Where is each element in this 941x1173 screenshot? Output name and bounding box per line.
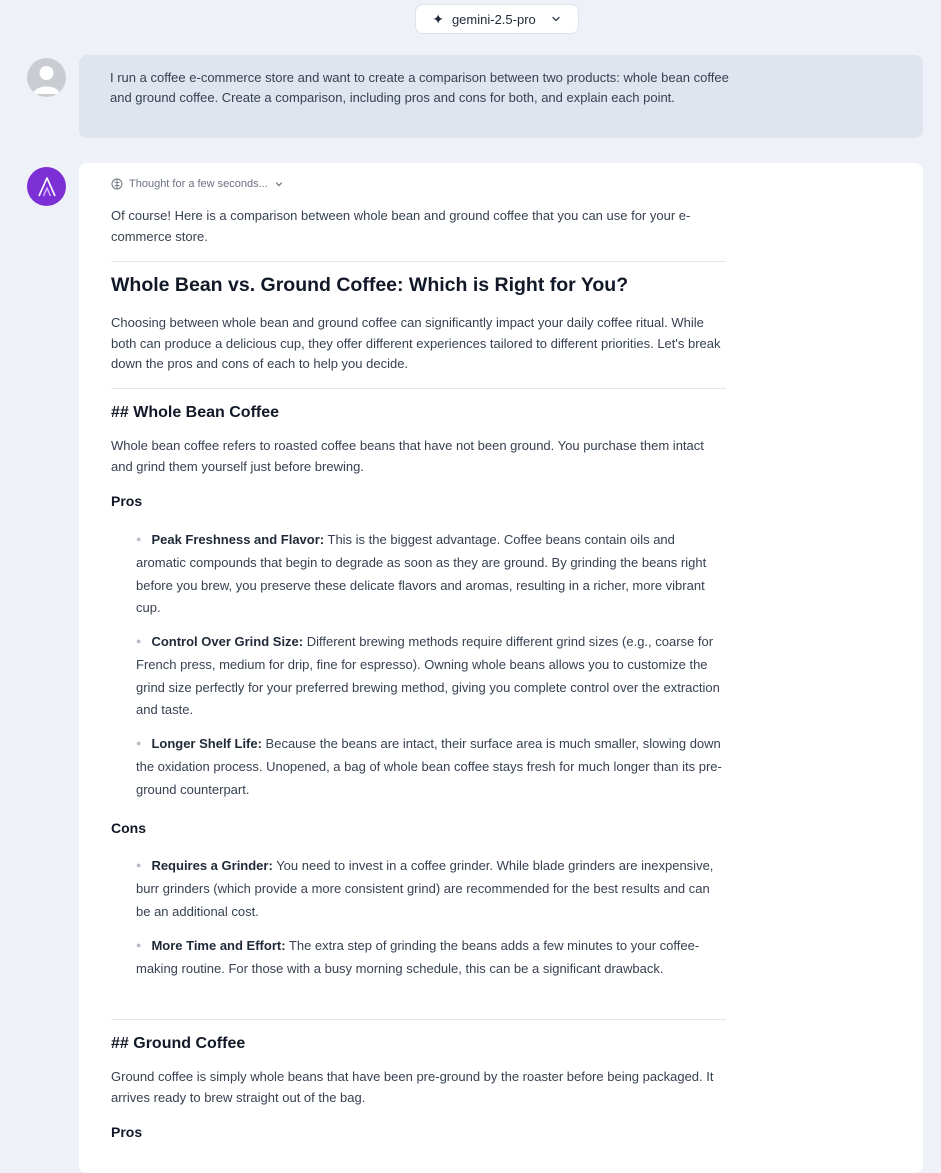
divider bbox=[111, 388, 726, 389]
user-silhouette-icon bbox=[33, 66, 60, 94]
bullet-title: More Time and Effort: bbox=[151, 938, 286, 953]
pros-heading: Pros bbox=[111, 493, 143, 509]
list-item: ● More Time and Effort: The extra step of… bbox=[136, 935, 726, 981]
bullet-icon: ● bbox=[136, 860, 142, 870]
bullet-title: Requires a Grinder: bbox=[151, 858, 273, 873]
article-title: Whole Bean vs. Ground Coffee: Which is R… bbox=[111, 274, 629, 296]
bullet-icon: ● bbox=[136, 940, 142, 950]
section-heading-whole-bean: ## Whole Bean Coffee bbox=[111, 404, 280, 421]
divider bbox=[111, 261, 726, 262]
thought-label: Thought for a few seconds... bbox=[129, 178, 268, 190]
brain-icon bbox=[111, 178, 123, 190]
whole-bean-description: Whole bean coffee refers to roasted coff… bbox=[111, 438, 704, 474]
chevron-down-icon bbox=[275, 182, 282, 187]
thought-toggle[interactable]: Thought for a few seconds... bbox=[111, 178, 284, 190]
list-item: ● Peak Freshness and Flavor: This is the … bbox=[136, 529, 726, 620]
user-message-text: I run a coffee e-commerce store and want… bbox=[110, 70, 729, 105]
list-item: ● Longer Shelf Life: Because the beans ar… bbox=[136, 733, 726, 801]
assistant-logo-icon bbox=[37, 176, 56, 196]
bullet-title: Control Over Grind Size: bbox=[151, 634, 304, 649]
title-paragraph: Choosing between whole bean and ground c… bbox=[111, 315, 721, 371]
cons-heading: Cons bbox=[111, 820, 146, 836]
list-item: ● Control Over Grind Size: Different brew… bbox=[136, 631, 726, 722]
chevron-down-icon bbox=[552, 16, 560, 22]
intro-text: Of course! Here is a comparison between … bbox=[111, 208, 691, 244]
section-heading-ground: ## Ground Coffee bbox=[111, 1035, 246, 1052]
bullet-title: Peak Freshness and Flavor: bbox=[151, 532, 325, 547]
bullet-icon: ● bbox=[136, 636, 142, 646]
model-selector[interactable]: ✦ gemini-2.5-pro bbox=[415, 4, 579, 34]
model-name: gemini-2.5-pro bbox=[451, 11, 536, 27]
user-avatar bbox=[27, 58, 66, 97]
user-message: I run a coffee e-commerce store and want… bbox=[79, 55, 923, 138]
bullet-icon: ● bbox=[136, 738, 142, 748]
bullet-icon: ● bbox=[136, 534, 142, 544]
assistant-message: Thought for a few seconds... Of course! … bbox=[79, 163, 923, 1173]
sparkle-icon: ✦ bbox=[432, 11, 444, 27]
list-item: ● Requires a Grinder: You need to invest … bbox=[136, 855, 726, 923]
divider bbox=[111, 1019, 726, 1020]
bullet-title: Longer Shelf Life: bbox=[151, 736, 262, 751]
pros-heading: Pros bbox=[111, 1124, 143, 1140]
assistant-avatar bbox=[27, 167, 66, 206]
ground-description: Ground coffee is simply whole beans that… bbox=[111, 1069, 714, 1105]
